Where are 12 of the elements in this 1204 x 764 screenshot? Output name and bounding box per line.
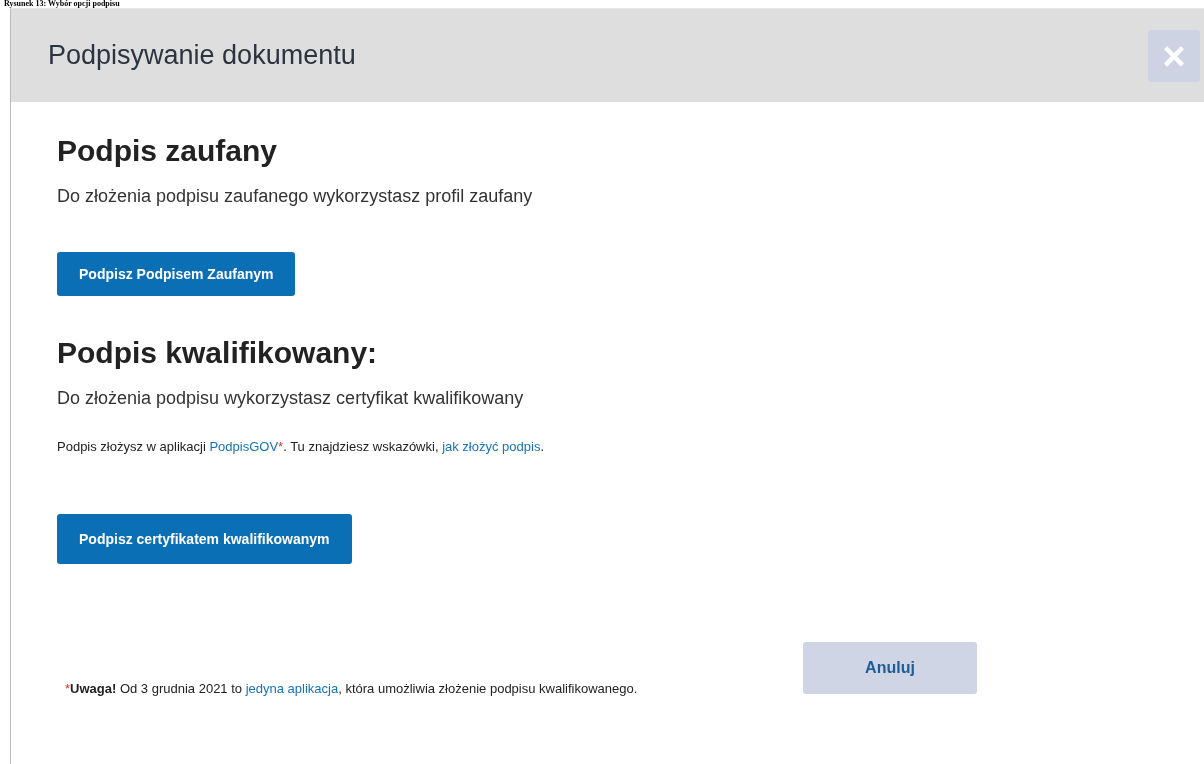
figure-caption: Rysunek 13: Wybór opcji podpisu: [4, 0, 120, 8]
section-heading: Podpis kwalifikowany:: [57, 335, 379, 371]
cancel-button[interactable]: Anuluj: [803, 642, 977, 694]
footer-note: *Uwaga! Od 3 grudnia 2021 to jedyna aplikacja, która umożliwia złożenie podpisu kwalifikowanego.: [64, 680, 639, 698]
sign-button[interactable]: Podpisz Podpisem Zaufanym: [57, 252, 296, 296]
section-note: Podpis złożysz w aplikacji PodpisGOV*. Tu znajdziesz wskazówki, jak złożyć podpis.: [57, 438, 546, 456]
section-description: Do złożenia podpisu wykorzystasz certyfikat kwalifikowany: [57, 387, 525, 410]
section-description: Do złożenia podpisu zaufanego wykorzystasz profil zaufany: [57, 185, 534, 208]
link[interactable]: PodpisGOV: [209, 439, 279, 454]
dialog-title: Podpisywanie dokumentu: [48, 39, 356, 73]
section-heading: Podpis zaufany: [57, 133, 279, 169]
sign-button[interactable]: Podpisz certyfikatem kwalifikowanym: [57, 514, 352, 564]
